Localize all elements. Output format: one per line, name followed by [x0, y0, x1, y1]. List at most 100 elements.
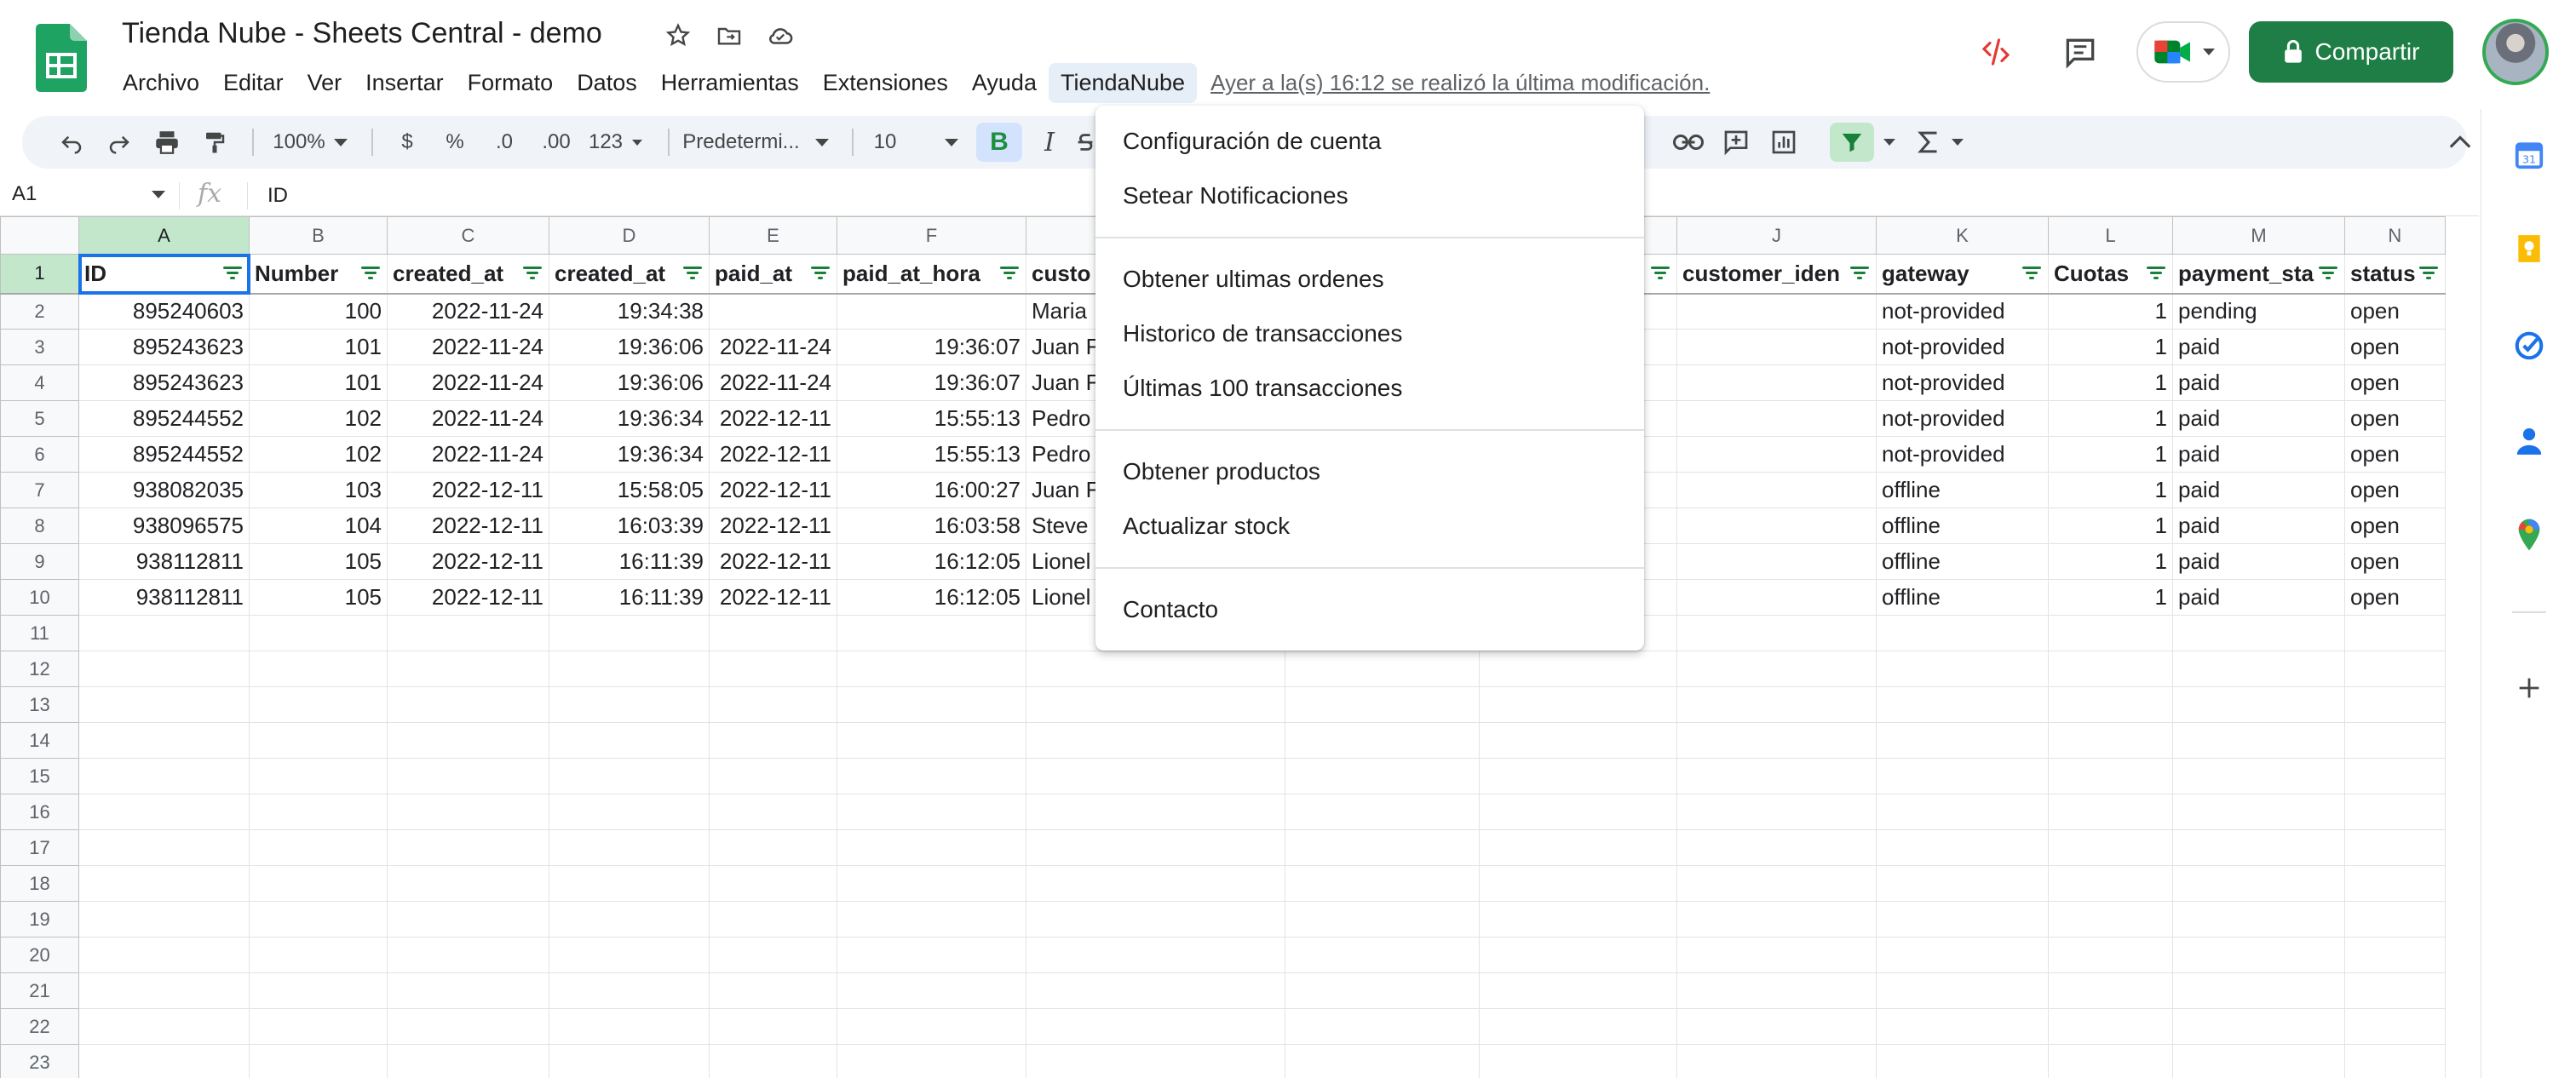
cell[interactable]: [2344, 829, 2446, 866]
number-format-button[interactable]: 123: [584, 116, 627, 169]
cell[interactable]: [1676, 722, 1877, 759]
cell[interactable]: 2022-11-24: [387, 293, 549, 330]
cell[interactable]: [1676, 758, 1877, 794]
menu-archivo[interactable]: Archivo: [111, 63, 211, 103]
cell[interactable]: [1876, 937, 2049, 973]
cell[interactable]: [549, 651, 710, 687]
cell[interactable]: open: [2344, 329, 2446, 365]
cell[interactable]: 938096575: [78, 507, 250, 544]
cell[interactable]: [1876, 686, 2049, 723]
cell[interactable]: 19:36:06: [549, 329, 710, 365]
cell[interactable]: [2048, 1044, 2173, 1078]
cell[interactable]: [709, 1044, 837, 1078]
cell[interactable]: [1479, 1044, 1677, 1078]
cell[interactable]: [249, 901, 388, 938]
cell[interactable]: 1: [2048, 472, 2173, 508]
column-header-m[interactable]: M: [2172, 216, 2345, 255]
cell[interactable]: [1026, 937, 1285, 973]
filter-icon[interactable]: [1651, 267, 1670, 280]
cell[interactable]: [387, 794, 549, 830]
percent-format-button[interactable]: %: [438, 116, 472, 169]
cell[interactable]: 1: [2048, 579, 2173, 616]
cell[interactable]: [387, 972, 549, 1009]
cell[interactable]: 1: [2048, 293, 2173, 330]
cell[interactable]: 895240603: [78, 293, 250, 330]
cell[interactable]: [837, 722, 1026, 759]
row-header[interactable]: 5: [0, 400, 79, 437]
cell[interactable]: [837, 794, 1026, 830]
strikethrough-icon[interactable]: [1075, 116, 1095, 169]
cell[interactable]: [1285, 937, 1480, 973]
cell[interactable]: [2172, 1044, 2345, 1078]
cell[interactable]: [1285, 758, 1480, 794]
cell[interactable]: not-provided: [1876, 364, 2049, 401]
cell[interactable]: [1876, 722, 2049, 759]
cell[interactable]: [1676, 972, 1877, 1009]
cell[interactable]: [1676, 472, 1877, 508]
cell[interactable]: 1: [2048, 543, 2173, 580]
cell[interactable]: 19:36:34: [549, 436, 710, 473]
cell[interactable]: [1479, 758, 1677, 794]
cell[interactable]: [709, 651, 837, 687]
cell[interactable]: 101: [249, 364, 388, 401]
cell[interactable]: [2344, 615, 2446, 651]
menu-extensiones[interactable]: Extensiones: [811, 63, 960, 103]
menu-item-historico-transacciones[interactable]: Historico de transacciones: [1095, 307, 1644, 361]
row-header[interactable]: 7: [0, 472, 79, 508]
cell[interactable]: 103: [249, 472, 388, 508]
cell[interactable]: [1285, 972, 1480, 1009]
cell[interactable]: 19:34:38: [549, 293, 710, 330]
cell[interactable]: [837, 972, 1026, 1009]
cell[interactable]: [1479, 651, 1677, 687]
cell[interactable]: [1676, 901, 1877, 938]
cell[interactable]: [1479, 901, 1677, 938]
cell[interactable]: [837, 901, 1026, 938]
cell[interactable]: [2172, 686, 2345, 723]
cell[interactable]: 2022-11-24: [709, 364, 837, 401]
cell[interactable]: offline: [1876, 543, 2049, 580]
cell[interactable]: [2172, 651, 2345, 687]
column-header-b[interactable]: B: [249, 216, 388, 255]
chevron-down-icon[interactable]: [152, 191, 165, 198]
cell[interactable]: [78, 758, 250, 794]
cell[interactable]: 895244552: [78, 436, 250, 473]
header-cell[interactable]: created_at: [387, 254, 549, 295]
row-header[interactable]: 9: [0, 543, 79, 580]
cell[interactable]: [2344, 686, 2446, 723]
cell[interactable]: not-provided: [1876, 400, 2049, 437]
row-header[interactable]: 13: [0, 686, 79, 723]
filter-icon[interactable]: [2022, 267, 2041, 280]
cell[interactable]: [2172, 865, 2345, 902]
cell[interactable]: [2048, 686, 2173, 723]
cell[interactable]: [1026, 865, 1285, 902]
cell[interactable]: 895244552: [78, 400, 250, 437]
cell[interactable]: 15:55:13: [837, 436, 1026, 473]
cell[interactable]: [78, 901, 250, 938]
collapse-menus-icon[interactable]: [2443, 116, 2477, 169]
cell[interactable]: [1676, 507, 1877, 544]
insert-link-icon[interactable]: [1670, 116, 1707, 169]
cell[interactable]: [2344, 1044, 2446, 1078]
cell[interactable]: [709, 829, 837, 866]
cell[interactable]: [249, 758, 388, 794]
cell[interactable]: [1676, 329, 1877, 365]
menu-herramientas[interactable]: Herramientas: [649, 63, 811, 103]
cell[interactable]: [2172, 901, 2345, 938]
cell[interactable]: [2344, 722, 2446, 759]
cell[interactable]: 105: [249, 543, 388, 580]
cell[interactable]: 16:00:27: [837, 472, 1026, 508]
chevron-down-icon[interactable]: [1947, 116, 1968, 169]
header-cell[interactable]: customer_iden: [1676, 254, 1877, 295]
cell[interactable]: 1: [2048, 436, 2173, 473]
cell[interactable]: 1: [2048, 329, 2173, 365]
cell[interactable]: [249, 865, 388, 902]
cell[interactable]: [549, 829, 710, 866]
cell[interactable]: 2022-11-24: [387, 364, 549, 401]
menu-ayuda[interactable]: Ayuda: [960, 63, 1049, 103]
filter-icon[interactable]: [2319, 267, 2337, 280]
cell[interactable]: [2048, 651, 2173, 687]
cell[interactable]: 2022-12-11: [387, 507, 549, 544]
cell[interactable]: [1876, 1008, 2049, 1045]
cell[interactable]: [549, 758, 710, 794]
avatar[interactable]: [2482, 19, 2549, 85]
